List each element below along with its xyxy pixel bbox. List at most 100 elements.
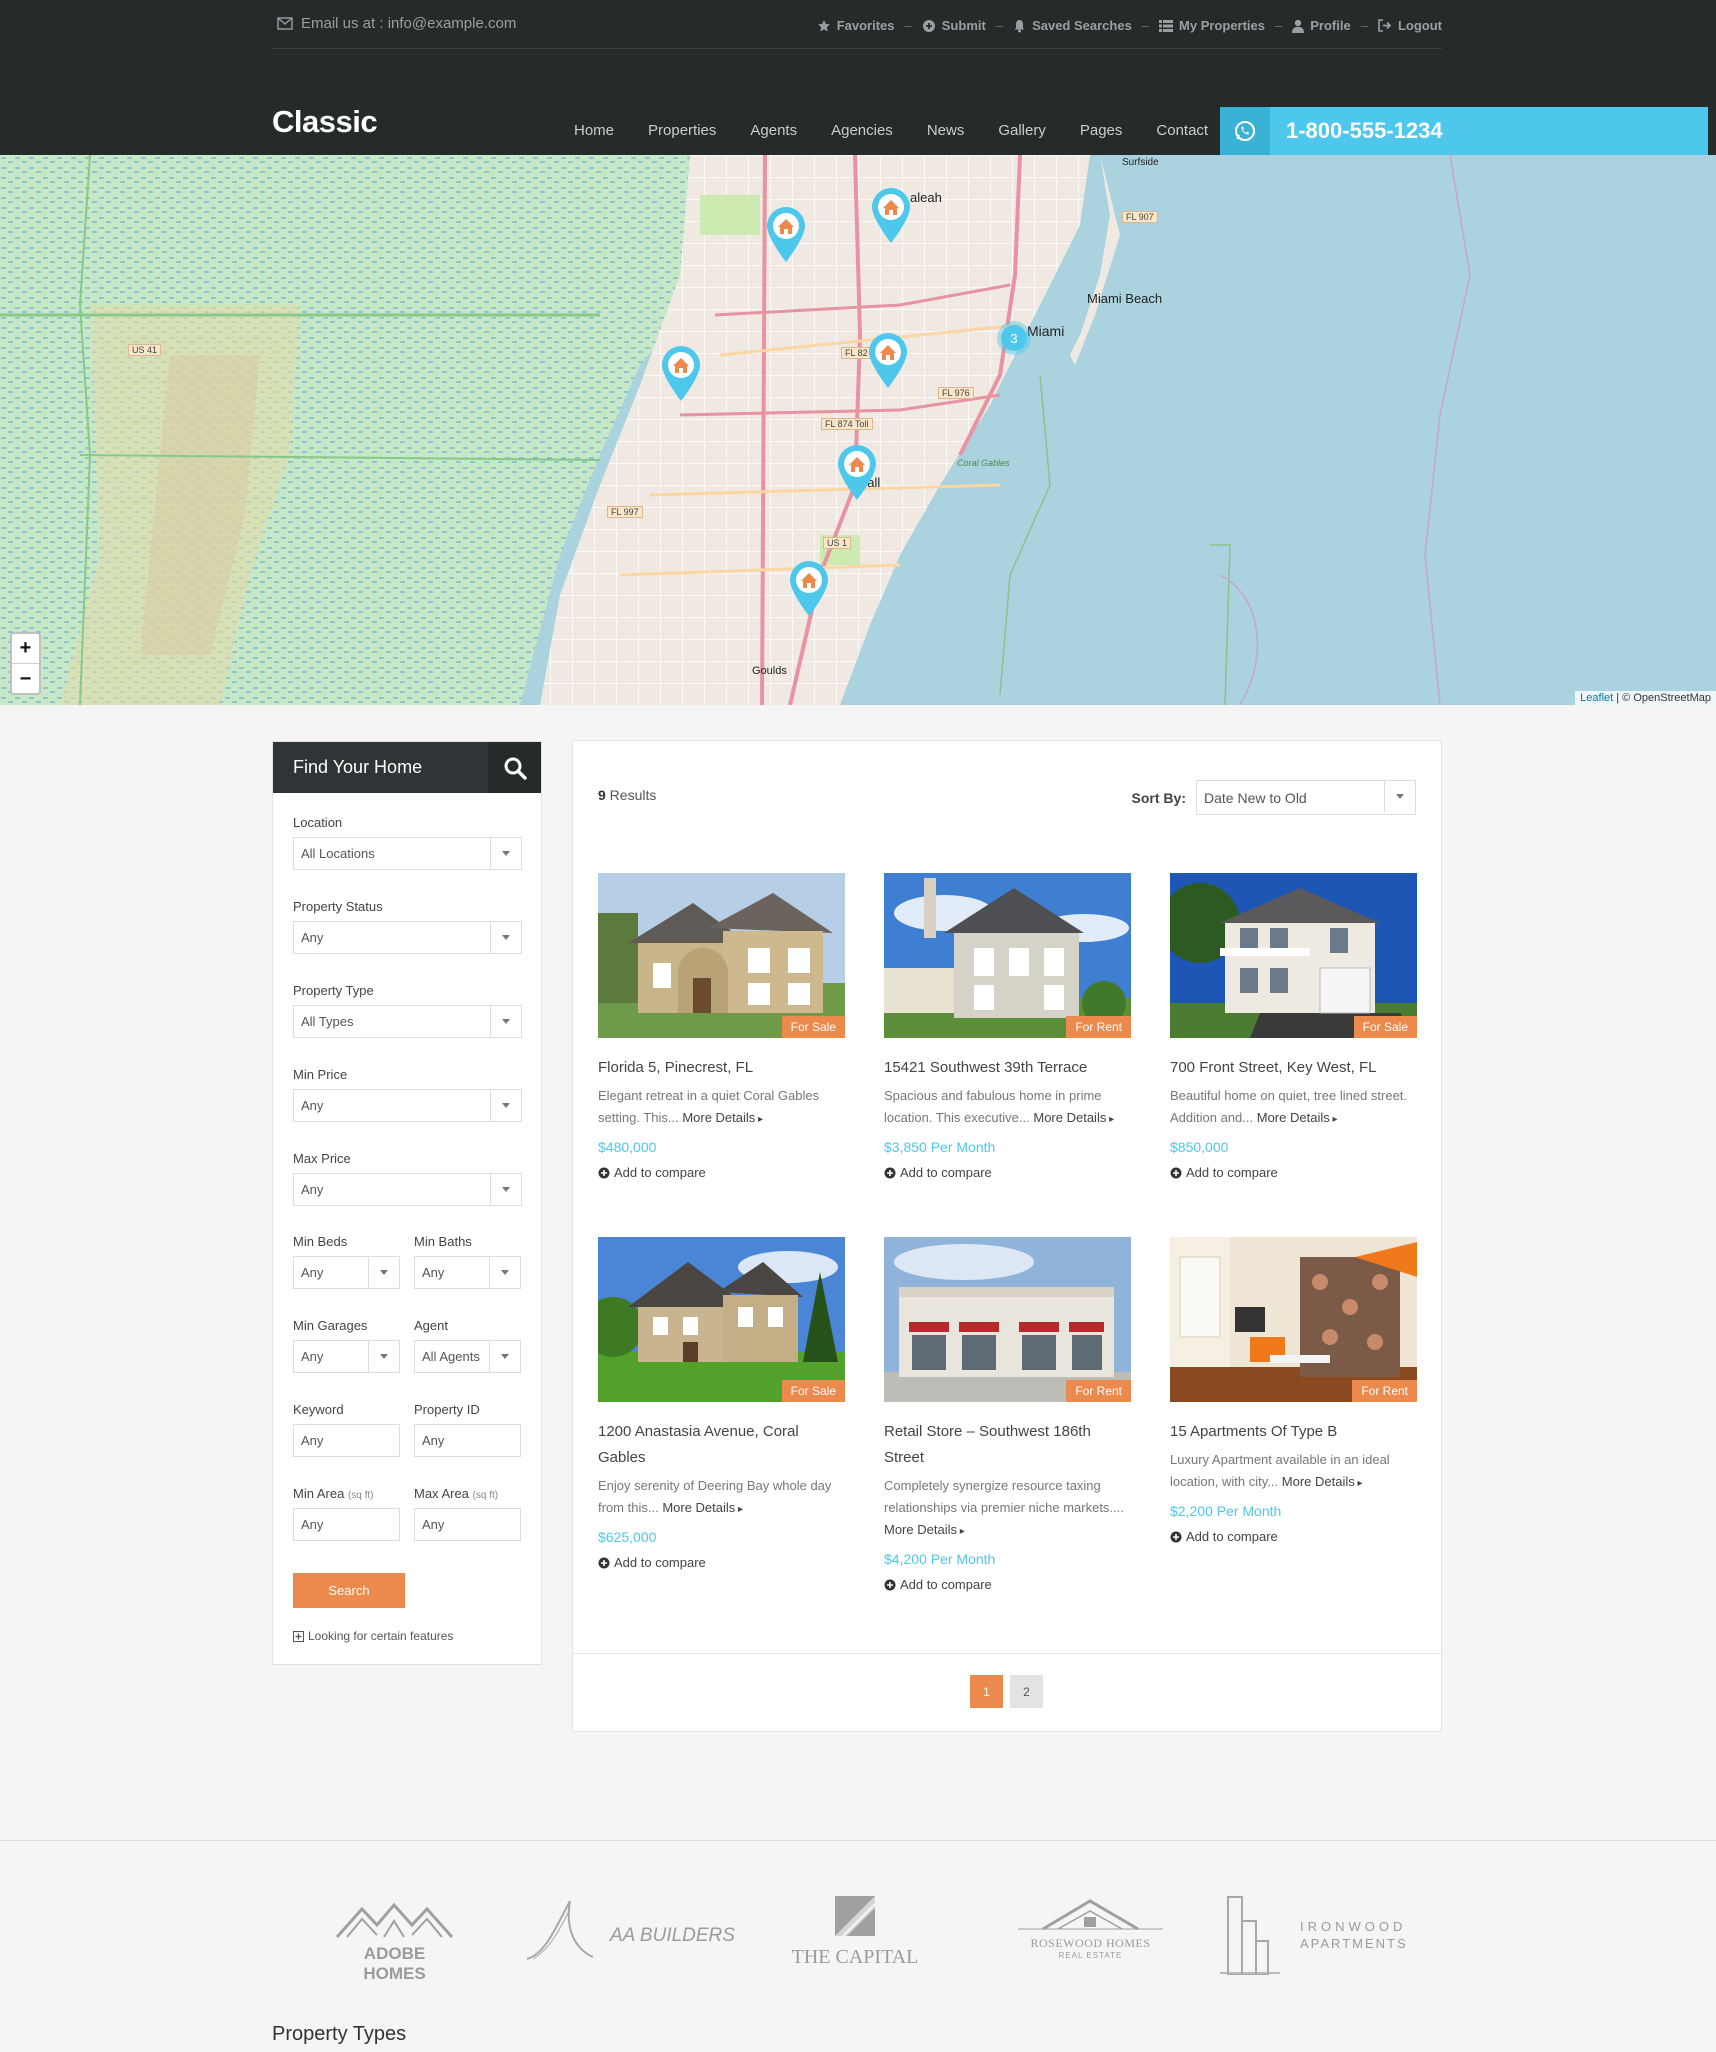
my-properties-link[interactable]: My Properties <box>1159 18 1265 33</box>
leaflet-link[interactable]: Leaflet <box>1580 692 1613 704</box>
map-pin-icon <box>790 561 828 616</box>
more-details-link[interactable]: More Details <box>1033 1110 1114 1125</box>
min-baths-select[interactable]: Any <box>414 1256 521 1289</box>
property-title[interactable]: 15421 Southwest 39th Terrace <box>884 1055 1131 1081</box>
more-details-link[interactable]: More Details <box>1257 1110 1338 1125</box>
max-area-input[interactable]: Any <box>414 1508 521 1541</box>
zoom-out-button[interactable]: − <box>12 664 39 694</box>
map-pin-icon <box>872 188 910 243</box>
property-image[interactable]: For Sale <box>598 1237 845 1402</box>
property-title[interactable]: Retail Store – Southwest 186th Street <box>884 1419 1131 1471</box>
favorites-link[interactable]: Favorites <box>817 18 895 33</box>
property-title[interactable]: 15 Apartments Of Type B <box>1170 1419 1417 1445</box>
property-title[interactable]: Florida 5, Pinecrest, FL <box>598 1055 845 1081</box>
status-field: Property Status Any <box>293 899 522 954</box>
property-price: $4,200 Per Month <box>884 1551 996 1567</box>
features-toggle[interactable]: Looking for certain features <box>293 1629 453 1643</box>
more-details-link[interactable]: More Details <box>682 1110 763 1125</box>
add-to-compare[interactable]: Add to compare <box>884 1577 1131 1592</box>
submit-link[interactable]: Submit <box>922 18 986 33</box>
property-map[interactable]: Miami Beach Miami aleah dall Goulds Surf… <box>0 155 1716 705</box>
location-select[interactable]: All Locations <box>293 837 522 870</box>
pagination: 1 2 <box>573 1653 1441 1733</box>
contact-email[interactable]: Email us at : info@example.com <box>277 15 516 32</box>
min-beds-field: Min Beds Any <box>293 1234 400 1289</box>
chevron-down-icon <box>368 1341 399 1372</box>
partner-logo-the-capital[interactable]: THE CAPITAL <box>785 1896 925 1969</box>
plus-circle-icon <box>884 1579 896 1590</box>
property-image[interactable]: For Rent <box>884 1237 1131 1402</box>
property-marker[interactable] <box>787 559 831 617</box>
road-sign: FL 976 <box>938 387 974 399</box>
property-image[interactable]: For Sale <box>1170 873 1417 1038</box>
property-marker[interactable] <box>869 186 913 244</box>
plus-square-icon <box>293 1630 304 1642</box>
sort-select[interactable]: Date New to Old <box>1196 780 1416 815</box>
nav-properties[interactable]: Properties <box>631 122 733 139</box>
property-marker[interactable] <box>866 331 910 389</box>
min-beds-select[interactable]: Any <box>293 1256 400 1289</box>
property-excerpt: Beautiful home on quiet, tree lined stre… <box>1170 1085 1417 1131</box>
min-price-select[interactable]: Any <box>293 1089 522 1122</box>
keyword-input[interactable]: Any <box>293 1424 400 1457</box>
property-image[interactable]: For Rent <box>1170 1237 1417 1402</box>
max-price-select[interactable]: Any <box>293 1173 522 1206</box>
phone-box[interactable]: 1-800-555-1234 <box>1220 107 1708 155</box>
min-area-input[interactable]: Any <box>293 1508 400 1541</box>
search-button[interactable]: Search <box>293 1573 405 1608</box>
more-details-link[interactable]: More Details <box>884 1522 965 1537</box>
nav-pages[interactable]: Pages <box>1063 122 1140 139</box>
partner-logo-rosewood[interactable]: ROSEWOOD HOMES REAL ESTATE <box>1018 1899 1163 1960</box>
partner-logo-adobe[interactable]: ADOBE HOMES <box>332 1901 457 1984</box>
chevron-down-icon <box>489 1257 520 1288</box>
min-garages-select[interactable]: Any <box>293 1340 400 1373</box>
status-select[interactable]: Any <box>293 921 522 954</box>
page-2[interactable]: 2 <box>1010 1675 1043 1708</box>
search-icon[interactable] <box>488 742 541 793</box>
more-details-link[interactable]: More Details <box>662 1500 743 1515</box>
nav-agencies[interactable]: Agencies <box>814 122 910 139</box>
nav-agents[interactable]: Agents <box>733 122 814 139</box>
page-1[interactable]: 1 <box>970 1675 1003 1708</box>
property-card: For Sale 700 Front Street, Key West, FL … <box>1170 873 1417 1180</box>
separator: – <box>995 18 1004 33</box>
more-details-link[interactable]: More Details <box>1282 1474 1363 1489</box>
property-title[interactable]: 1200 Anastasia Avenue, Coral Gables <box>598 1419 845 1471</box>
property-id-input[interactable]: Any <box>414 1424 521 1457</box>
add-to-compare[interactable]: Add to compare <box>598 1165 845 1180</box>
partners-section: ADOBE HOMES AA BUILDERS THE CAPITAL ROSE… <box>0 1840 1716 2052</box>
profile-link[interactable]: Profile <box>1292 18 1351 33</box>
property-title[interactable]: 700 Front Street, Key West, FL <box>1170 1055 1417 1081</box>
zoom-in-button[interactable]: + <box>12 634 39 664</box>
agent-select[interactable]: All Agents <box>414 1340 521 1373</box>
add-to-compare[interactable]: Add to compare <box>598 1555 845 1570</box>
property-card: For Rent 15 Apartments Of Type B Luxury … <box>1170 1237 1417 1544</box>
map-label-surfside: Surfside <box>1122 157 1159 168</box>
add-to-compare[interactable]: Add to compare <box>1170 1529 1417 1544</box>
map-pin-icon <box>767 207 805 262</box>
property-marker[interactable] <box>764 205 808 263</box>
map-pin-icon <box>662 346 700 401</box>
road-sign: FL 907 <box>1122 211 1158 223</box>
saved-searches-link[interactable]: Saved Searches <box>1013 18 1132 33</box>
road-sign: US 41 <box>128 344 162 356</box>
nav-gallery[interactable]: Gallery <box>981 122 1063 139</box>
section-title: Property Types <box>272 2023 407 2045</box>
logout-link[interactable]: Logout <box>1378 18 1442 33</box>
nav-home[interactable]: Home <box>557 122 631 139</box>
bell-icon <box>1014 19 1025 32</box>
osm-attribution[interactable]: | © OpenStreetMap <box>1613 692 1711 704</box>
property-image[interactable]: For Sale <box>598 873 845 1038</box>
type-select[interactable]: All Types <box>293 1005 522 1038</box>
map-label-coral-gables: Coral Gables <box>957 458 1010 468</box>
nav-contact[interactable]: Contact <box>1139 122 1225 139</box>
add-to-compare[interactable]: Add to compare <box>1170 1165 1417 1180</box>
marker-cluster[interactable]: 3 <box>997 321 1031 355</box>
property-marker[interactable] <box>835 443 879 501</box>
nav-news[interactable]: News <box>910 122 982 139</box>
property-marker[interactable] <box>659 344 703 402</box>
add-to-compare[interactable]: Add to compare <box>884 1165 1131 1180</box>
site-logo[interactable]: Classic <box>272 104 378 140</box>
property-image[interactable]: For Rent <box>884 873 1131 1038</box>
property-excerpt: Luxury Apartment available in an ideal l… <box>1170 1449 1417 1495</box>
